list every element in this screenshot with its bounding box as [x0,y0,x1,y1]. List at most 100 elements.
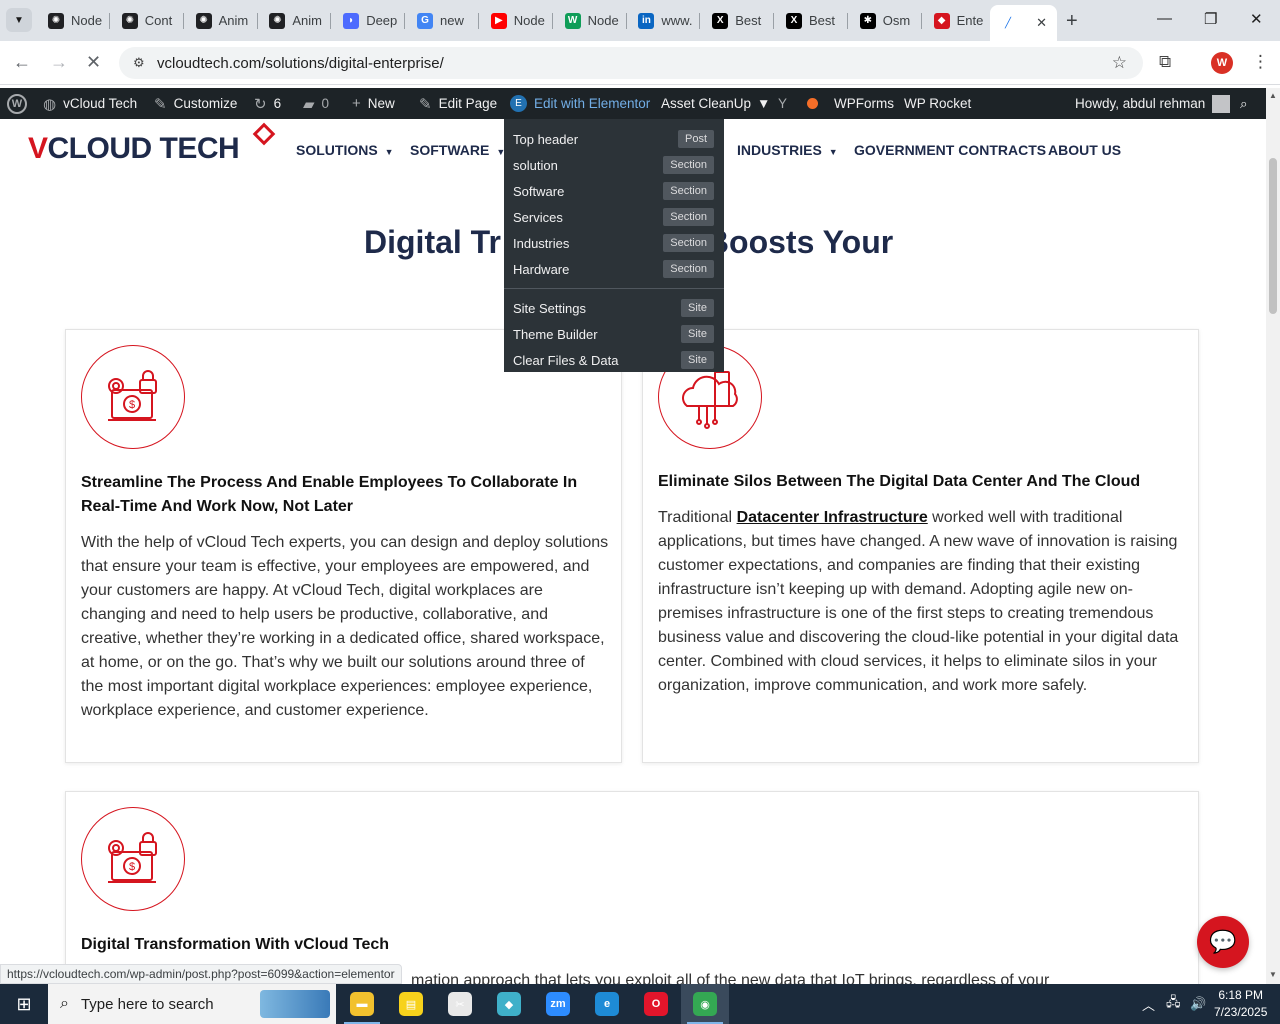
tab-label: Osm [882,13,911,28]
address-bar[interactable]: ⚙ vcloudtech.com/solutions/digital-enter… [119,47,1143,79]
tab-label: Node [587,13,619,28]
taskbar-app[interactable]: ▤ [387,984,435,1024]
chat-button[interactable]: 💬 [1197,916,1249,968]
x-icon: X [712,12,729,29]
tab-label: Cont [144,13,173,28]
browser-tab[interactable]: ✺ Anim [186,7,258,34]
network-icon[interactable]: 🖧 [1166,984,1181,1024]
browser-tab[interactable]: in www. [628,7,701,34]
new-tab-button[interactable]: + [1066,10,1078,33]
nav-government-contracts[interactable]: GOVERNMENT CONTRACTS [854,142,1046,158]
windows-taskbar: ⊞ ⌕ Type here to search ▬ ▤ ✂ ◆ zm e O ◉ ︿ 🖧 🔊 … [0,984,1280,1024]
show-hidden-icons-button[interactable]: ︿ [1142,984,1155,1024]
datacenter-infrastructure-link[interactable]: Datacenter Infrastructure [737,509,928,526]
menu-item-badge: Section [663,260,714,278]
profile-avatar[interactable]: W [1211,52,1233,74]
edit-page-link[interactable]: ✎ Edit Page [419,88,497,119]
back-button[interactable]: ← [13,52,31,73]
elementor-menu-item[interactable]: solution Section [504,152,724,178]
close-icon[interactable]: ✕ [1036,15,1047,31]
browser-tab-strip: ▼ ✺ Node ✺ Cont ✺ Anim ✺ Anim ◗ Deep Gnew ▶ Node W Nod… [0,0,1280,41]
feature-card-silos: Eliminate Silos Between The Digital Data… [642,329,1199,763]
tab-active[interactable]: ╱ ✕ [990,5,1057,41]
extensions-icon[interactable]: ⧉ [1159,52,1171,72]
tab-separator [404,13,406,29]
comments-link[interactable]: ▰ 0 [303,88,329,119]
asset-cleanup-link[interactable]: Asset CleanUp ▼ [661,88,770,119]
taskbar-clock[interactable]: 6:18 PM 7/23/2025 [1214,987,1267,1021]
elementor-menu-item[interactable]: Clear Files & Data Site [504,347,724,373]
taskbar-app[interactable]: ◉ [681,984,729,1024]
taskbar-app[interactable]: ▬ [338,984,386,1024]
site-info-icon[interactable]: ⚙ [133,55,149,71]
openai-icon: ✺ [269,12,286,29]
wpforms-link[interactable]: WPForms [834,88,894,119]
page-scrollbar[interactable]: ▲ ▼ [1266,88,1280,984]
sticky-notes-icon: ▤ [399,992,423,1016]
site-logo[interactable]: VCLOUD TECH [28,122,276,168]
loading-spinner-icon: ╱ [1000,15,1016,31]
taskbar-search-box[interactable]: ⌕ Type here to search [48,984,336,1024]
customize-link[interactable]: ✎ Customize [154,88,237,119]
new-content-link[interactable]: + New [352,88,395,119]
browser-tab[interactable]: ✺ Node [38,7,110,34]
browser-tab[interactable]: Gnew [407,7,479,34]
wordpress-logo-icon[interactable]: W [7,88,27,119]
x-icon: X [786,12,802,29]
nav-solutions[interactable]: SOLUTIONS ▼ [296,142,394,158]
elementor-menu-item[interactable]: Software Section [504,178,724,204]
elementor-menu-item[interactable]: Site Settings Site [504,295,724,321]
taskbar-app[interactable]: ◆ [485,984,533,1024]
my-account-link[interactable]: Howdy, abdul rehman [1075,88,1231,119]
edit-with-elementor-link[interactable]: E Edit with Elementor [510,88,650,119]
elementor-menu-item[interactable]: Services Section [504,204,724,230]
scroll-down-arrow-icon[interactable]: ▼ [1269,970,1277,979]
minimize-button[interactable]: — [1157,10,1172,27]
close-window-button[interactable]: ✕ [1250,10,1263,28]
linkedin-icon: in [638,12,655,29]
browser-tab[interactable]: ✺ Anim [259,7,332,34]
taskbar-app[interactable]: e [583,984,631,1024]
browser-tab[interactable]: ✺ Cont [112,7,184,34]
scroll-thumb[interactable] [1269,158,1277,314]
search-icon[interactable]: ⌕ [1240,88,1248,119]
browser-tab[interactable]: ▶ Node [481,7,553,34]
menu-item-badge: Section [663,156,714,174]
elementor-menu-item[interactable]: Industries Section [504,230,724,256]
taskbar-app[interactable]: ✂ [436,984,484,1024]
openai-icon: ✺ [121,12,138,29]
yoast-icon[interactable]: Y [778,88,787,119]
more-menu-icon[interactable]: ⋮ [1252,52,1269,72]
bookmark-star-icon[interactable]: ☆ [1112,53,1127,73]
nav-software[interactable]: SOFTWARE ▼ [410,142,505,158]
taskbar-app[interactable]: zm [534,984,582,1024]
browser-tab[interactable]: W Node [555,7,627,34]
site-name-link[interactable]: ◍ vCloud Tech [43,88,137,119]
windows-start-button[interactable]: ⊞ [0,984,48,1024]
caret-down-icon: ▼ [384,147,394,157]
nav-industries[interactable]: INDUSTRIES ▼ [737,142,838,158]
browser-tab[interactable]: ◗ Deep [333,7,406,34]
browser-tab[interactable]: ◆ Ente [924,7,996,34]
tab-search-button[interactable]: ▼ [6,8,32,32]
nav-about-us[interactable]: ABOUT US [1048,142,1121,158]
elementor-menu-item[interactable]: Top header Post [504,126,724,152]
volume-icon[interactable]: 🔊 [1190,984,1206,1024]
browser-tab[interactable]: ✱ Osm [850,7,922,34]
wp-rocket-link[interactable]: WP Rocket [904,88,971,119]
elementor-menu-item[interactable]: Theme Builder Site [504,321,724,347]
browser-tab[interactable]: X Best [776,7,848,34]
scroll-up-arrow-icon[interactable]: ▲ [1269,91,1277,100]
tab-label: Anim [218,13,249,28]
elementor-menu-item[interactable]: Hardware Section [504,256,724,282]
browser-tab[interactable]: X Best [702,7,775,34]
updates-link[interactable]: ↻ 6 [254,88,281,119]
forward-button[interactable]: → [50,52,68,73]
stop-loading-button[interactable]: ✕ [86,52,101,73]
chevron-down-icon: ▼ [14,14,24,26]
taskbar-app[interactable]: O [632,984,680,1024]
feature-card-collaborate: $ Streamline The Process And Enable Empl… [65,329,622,763]
restore-button[interactable]: ❐ [1204,10,1217,28]
windows-logo-icon: ⊞ [16,993,32,1014]
seo-status-dot-icon[interactable] [807,88,818,119]
